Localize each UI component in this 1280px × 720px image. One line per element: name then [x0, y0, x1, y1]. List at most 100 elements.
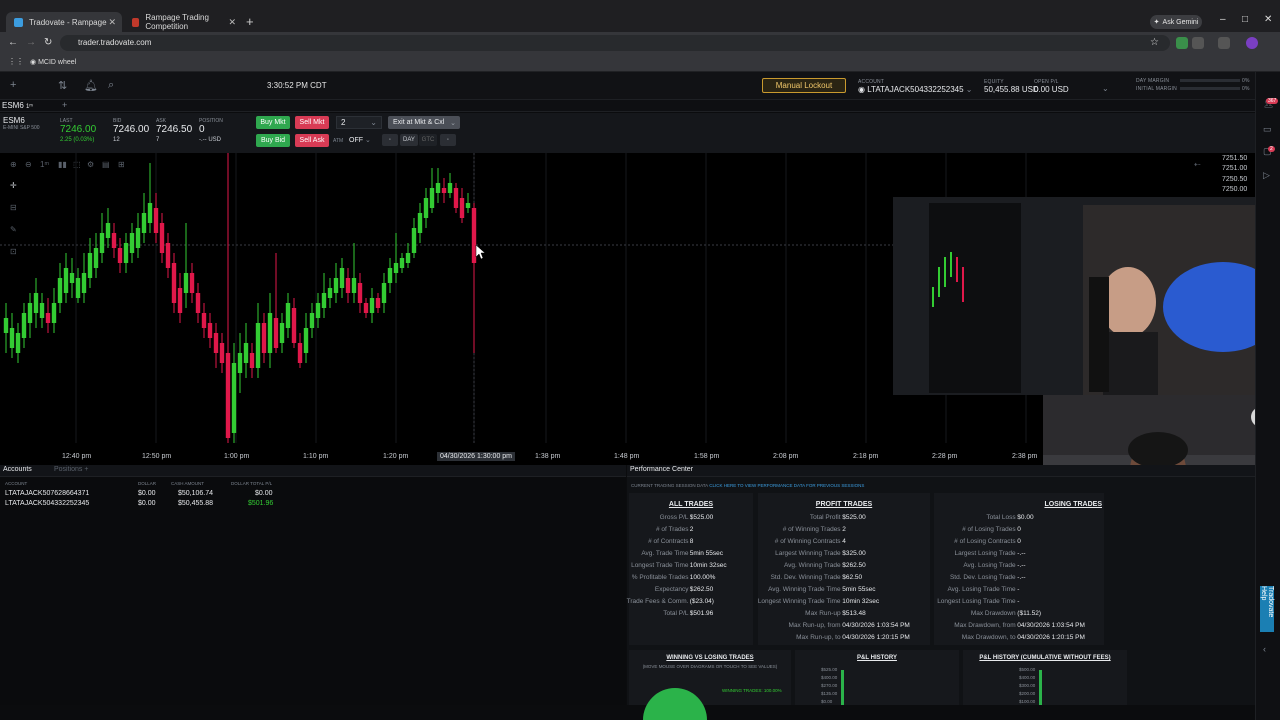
pl-history-title: P&L HISTORY [857, 655, 897, 661]
stat-row: # of Trades 2 [629, 526, 753, 536]
candle-body [69, 273, 75, 283]
atm-selector[interactable]: OFF ⌄ [349, 136, 371, 144]
stat-row: Largest Winning Trade $325.00 [758, 550, 930, 560]
maximize-icon[interactable]: □ [1242, 14, 1248, 25]
tif-day-button[interactable]: DAY [400, 134, 418, 146]
pl-history-cumulative-chart[interactable]: P&L HISTORY (CUMULATIVE WITHOUT FEES) $5… [963, 650, 1127, 705]
performance-header: Performance Center [627, 465, 1255, 477]
add-icon[interactable]: + [10, 79, 16, 91]
winning-vs-losing-chart[interactable]: WINNING VS LOSING TRADES (MOVE MOUSE OVE… [629, 650, 791, 720]
apps-grid-icon[interactable]: ⋮⋮ [8, 57, 24, 66]
settings-toggle-icon[interactable]: ◦ [440, 134, 456, 146]
candle-body [147, 203, 153, 223]
bell-icon[interactable]: 🔔︎ [84, 79, 98, 92]
chart-tab-esm6[interactable]: ESM6 1ᵐ [2, 101, 33, 110]
table-row[interactable]: LTATAJACK507628664371 $0.00 $50,106.74 $… [0, 490, 280, 500]
candle-body [423, 198, 429, 218]
pl-history-chart[interactable]: P&L HISTORY $525.00 $400.00 $270.00 $135… [795, 650, 959, 705]
extension-icon[interactable] [1176, 37, 1188, 49]
stat-label: Max Run-up [805, 610, 841, 617]
minimize-icon[interactable]: – [1220, 14, 1226, 25]
bookmark-star-icon[interactable]: ☆ [1150, 37, 1159, 48]
symbol[interactable]: ESM6 [3, 116, 25, 125]
browser-tab-competition[interactable]: Rampage Trading Competition ✕ [124, 12, 242, 32]
sparkle-icon: ✦ [1153, 19, 1160, 26]
stat-label: Total Profit [809, 514, 841, 521]
candle-body [267, 313, 273, 353]
column-header[interactable]: ACCOUNT [5, 481, 27, 486]
price-axis-label: 7250.00 [1222, 186, 1248, 193]
tif-toggle-icon[interactable]: ◦ [382, 134, 398, 146]
header-expand-icon[interactable]: ⌄ [1102, 84, 1109, 93]
interval-icon[interactable]: 1ᵐ [40, 160, 49, 169]
buy-bid-button[interactable]: Buy Bid [256, 134, 290, 147]
url-field[interactable]: trader.tradovate.com [60, 35, 1170, 51]
candle-style-icon[interactable]: ▮▮ [58, 160, 67, 169]
crosshair-select-icon[interactable]: ⬚ [73, 160, 81, 169]
account-selector[interactable]: ◉ LTATAJACK504332252345 ⌄ [858, 85, 973, 94]
zoom-out-icon[interactable]: ⊖ [25, 160, 32, 169]
chat-icon[interactable]: ▭ [1263, 124, 1272, 135]
draw-tool-icon[interactable]: ⊟ [10, 203, 17, 212]
stat-row: Trade Fees & Comm. ($23.04) [627, 598, 753, 608]
sidepanel-icon[interactable] [1218, 37, 1230, 49]
collapse-icon[interactable]: ‹ [1263, 644, 1266, 654]
y-tick-label: $0.00 [821, 699, 833, 704]
layout-icon[interactable]: ⊞ [118, 160, 125, 169]
settings-icon[interactable]: ⚙ [87, 160, 94, 169]
stat-label: Avg. Losing Trade Time [947, 586, 1016, 593]
add-chart-tab-icon[interactable]: + [62, 100, 67, 110]
stat-value: 2 [689, 526, 694, 533]
cell-cash: $50,455.88 [178, 500, 214, 507]
exit-at-mkt-button[interactable]: Exit at Mkt & Cxl ⌄ [388, 116, 460, 129]
window-close-icon[interactable]: ✕ [1264, 14, 1272, 25]
stat-row: Longest Winning Trade Time 10min 32sec [758, 598, 930, 608]
reload-icon[interactable]: ↻ [44, 37, 52, 48]
quantity-field[interactable]: 2 ⌄ [336, 116, 382, 129]
cell-dollar: $0.00 [138, 490, 156, 497]
manual-lockout-button[interactable]: Manual Lockout [762, 78, 846, 93]
table-row[interactable]: LTATAJACK504332252345 $0.00 $50,455.88 $… [0, 500, 280, 510]
pencil-icon[interactable]: ✎ [10, 225, 17, 234]
zoom-in-icon[interactable]: ⊕ [10, 160, 17, 169]
stat-value: 8 [689, 538, 694, 545]
buy-mkt-button[interactable]: Buy Mkt [256, 116, 290, 129]
open-pl-value: 0.00 USD [1034, 85, 1069, 94]
transfer-icon[interactable]: ⇅ [58, 79, 67, 92]
tab-performance-center[interactable]: Performance Center [630, 466, 693, 473]
sell-mkt-button[interactable]: Sell Mkt [295, 116, 329, 129]
column-header[interactable]: DOLLAR [138, 481, 156, 486]
lock-icon[interactable]: ⊡ [10, 247, 17, 256]
sell-ask-button[interactable]: Sell Ask [295, 134, 329, 147]
profile-avatar[interactable] [1246, 37, 1258, 49]
close-tab-icon[interactable]: ✕ [228, 17, 236, 28]
column-header[interactable]: DOLLAR TOTAL P/L [231, 481, 272, 486]
scroll-right-icon[interactable]: ⇠ [1194, 160, 1201, 169]
chevron-down-icon: ⌄ [450, 119, 456, 127]
new-tab-icon[interactable]: + [246, 14, 254, 29]
indicators-icon[interactable]: ▤ [102, 160, 110, 169]
close-tab-icon[interactable]: ✕ [108, 17, 116, 28]
previous-sessions-link[interactable]: CLICK HERE TO VIEW PERFORMANCE DATA FOR … [709, 483, 864, 488]
tab-positions[interactable]: Positions + [54, 466, 88, 473]
y-tick-label: $300.00 [1019, 683, 1036, 688]
tif-gtc-button[interactable]: GTC [419, 134, 437, 146]
search-icon[interactable]: ⌕ [108, 79, 114, 92]
clock: 3:30:52 PM CDT [267, 81, 327, 90]
tab-accounts[interactable]: Accounts [3, 466, 32, 473]
extensions-puzzle-icon[interactable] [1192, 37, 1204, 49]
browser-tab-tradovate[interactable]: Tradovate - Rampage ✕ [6, 12, 122, 32]
video-icon[interactable]: ▷ [1263, 170, 1270, 181]
crosshair-icon[interactable]: ✛ [10, 181, 17, 190]
back-icon[interactable]: ← [8, 37, 18, 48]
stat-label: Max Run-up, to [796, 634, 841, 641]
ask-gemini-button[interactable]: ✦ Ask Gemini [1150, 15, 1202, 29]
candle-body [363, 303, 369, 313]
stat-row: # of Contracts 8 [629, 538, 753, 548]
stat-row: Max Run-up $513.48 [758, 610, 930, 620]
candle-body [99, 233, 105, 253]
bookmark-mcid-wheel[interactable]: ◉ MCID wheel [30, 58, 76, 66]
column-header[interactable]: CASH AMOUNT [171, 481, 204, 486]
help-tab[interactable]: Tradovate Help [1260, 586, 1274, 632]
forward-icon[interactable]: → [26, 37, 36, 48]
